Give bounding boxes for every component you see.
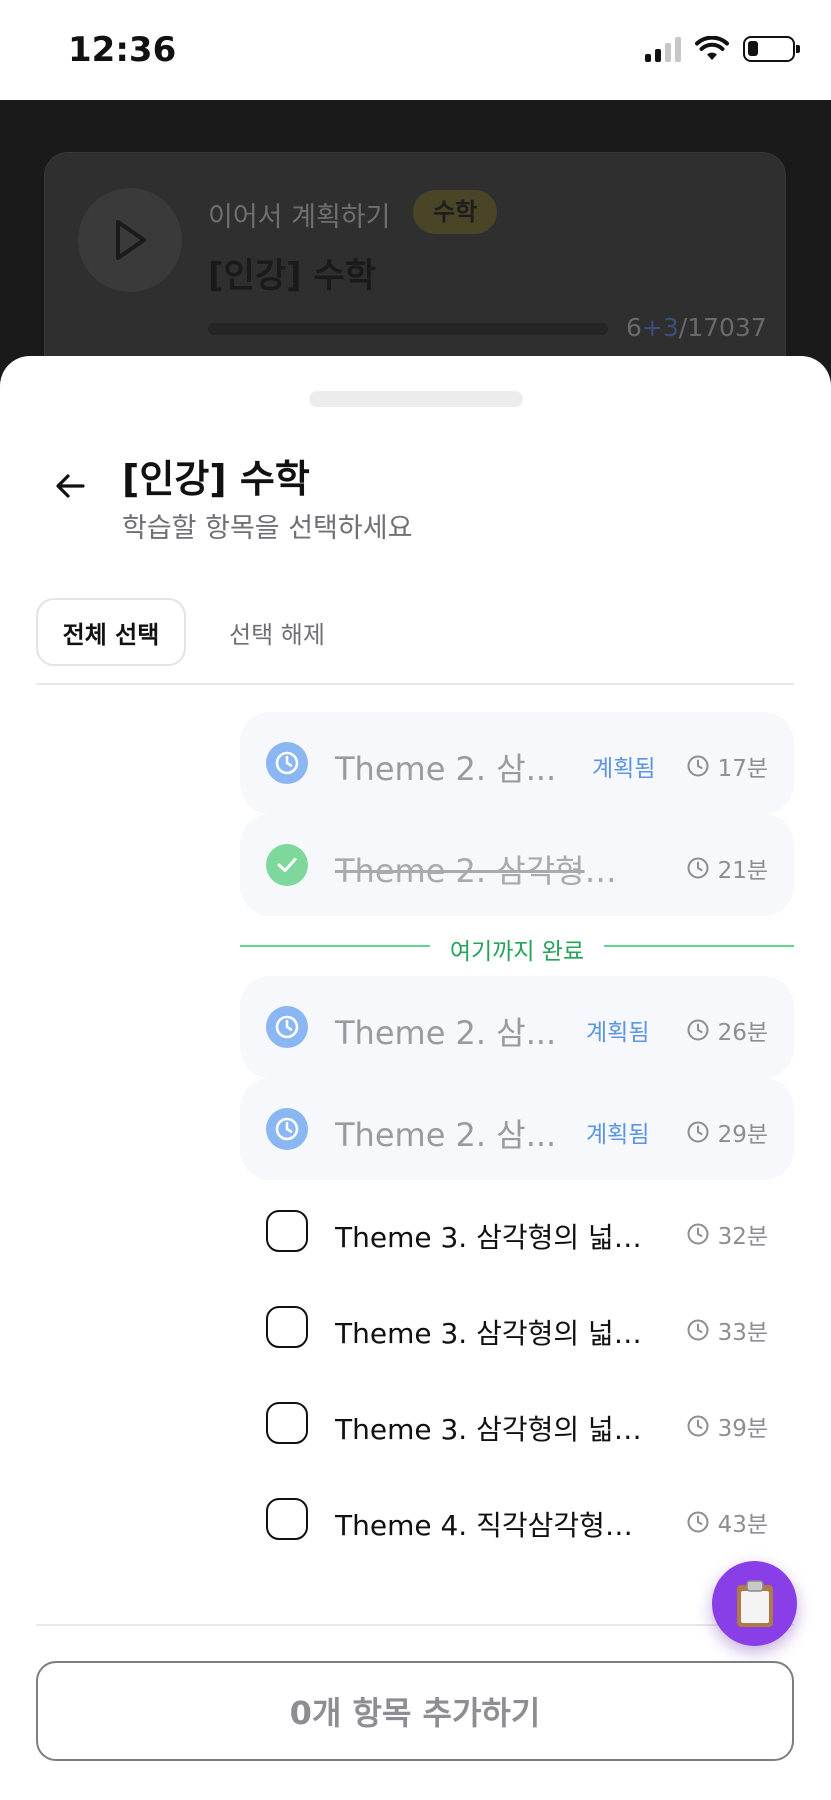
- separator-line: [604, 945, 794, 947]
- item-label: Theme 2. 삼...: [335, 1014, 557, 1052]
- select-all-button[interactable]: 전체 선택: [36, 598, 186, 666]
- item-label: Theme 2. 삼...: [335, 1116, 557, 1154]
- checkbox[interactable]: [266, 1402, 308, 1444]
- list-item[interactable]: Theme 3. 삼각형의 넓이... 39분: [240, 1372, 794, 1468]
- back-button[interactable]: [50, 466, 90, 506]
- clock-icon: [687, 1319, 709, 1341]
- completed-check-icon: [266, 844, 308, 886]
- item-label: Theme 3. 삼각형의 넓이...: [335, 1317, 653, 1350]
- sheet-drag-handle[interactable]: [309, 391, 523, 407]
- completed-separator: 여기까지 완료: [240, 916, 794, 976]
- duration: 32분: [686, 1217, 768, 1251]
- deselect-all-button[interactable]: 선택 해제: [222, 598, 332, 666]
- continue-planning-label: 이어서 계획하기: [208, 202, 391, 233]
- clipboard-fab-button[interactable]: [712, 1561, 797, 1646]
- planned-clock-icon: [266, 1006, 308, 1048]
- checkbox[interactable]: [266, 1498, 308, 1540]
- planned-badge: 계획됨: [586, 1122, 650, 1148]
- duration: 26분: [686, 1013, 768, 1047]
- play-icon: [78, 188, 182, 292]
- clock-icon: [687, 1121, 709, 1143]
- planned-clock-icon: [266, 1108, 308, 1150]
- duration: 33분: [686, 1313, 768, 1347]
- duration: 17분: [686, 749, 768, 783]
- progress-count: 6+3/17037: [626, 313, 767, 342]
- item-label: Theme 2. 삼각형의 ...: [335, 852, 635, 890]
- wifi-icon: [695, 36, 729, 60]
- subject-tag: 수학: [413, 190, 498, 234]
- card-title: [인강] 수학: [208, 256, 377, 296]
- divider: [36, 683, 794, 685]
- duration: 43분: [686, 1505, 768, 1539]
- item-label: Theme 3. 삼각형의 넓이...: [335, 1221, 653, 1254]
- sheet-subtitle: 학습할 항목을 선택하세요: [122, 513, 413, 544]
- cellular-signal-icon: [645, 36, 681, 62]
- item-label: Theme 4. 직각삼각형과 ...: [335, 1509, 653, 1542]
- divider: [36, 1624, 794, 1626]
- progress-bar: [208, 323, 608, 335]
- status-time: 12:36: [68, 30, 177, 70]
- duration: 21분: [686, 851, 768, 885]
- list-item[interactable]: Theme 2. 삼각형의 ... 21분: [240, 814, 794, 916]
- list-item[interactable]: Theme 3. 삼각형의 넓이... 33분: [240, 1276, 794, 1372]
- status-icons: [645, 36, 800, 62]
- bottom-sheet: [인강] 수학 학습할 항목을 선택하세요 전체 선택 선택 해제 Theme …: [0, 356, 831, 1800]
- item-label: Theme 2. 삼...: [335, 750, 557, 788]
- clock-icon: [687, 857, 709, 879]
- battery-icon: [743, 36, 800, 62]
- list-item[interactable]: Theme 3. 삼각형의 넓이... 32분: [240, 1180, 794, 1276]
- sheet-title: [인강] 수학: [122, 457, 310, 501]
- planned-badge: 계획됨: [592, 756, 656, 782]
- list-item[interactable]: Theme 2. 삼... 계획됨 26분: [240, 976, 794, 1078]
- list-item[interactable]: Theme 4. 직각삼각형과 ... 43분: [240, 1468, 794, 1564]
- duration: 29분: [686, 1115, 768, 1149]
- checkbox[interactable]: [266, 1210, 308, 1252]
- planned-clock-icon: [266, 742, 308, 784]
- completed-separator-label: 여기까지 완료: [449, 939, 585, 965]
- clock-icon: [687, 1223, 709, 1245]
- checkbox[interactable]: [266, 1306, 308, 1348]
- clock-icon: [687, 755, 709, 777]
- item-label: Theme 3. 삼각형의 넓이...: [335, 1413, 653, 1446]
- list-item[interactable]: Theme 2. 삼... 계획됨 17분: [240, 712, 794, 814]
- arrow-left-icon: [56, 474, 85, 498]
- list-item[interactable]: Theme 2. 삼... 계획됨 29분: [240, 1078, 794, 1180]
- clock-icon: [687, 1019, 709, 1041]
- lecture-item-list[interactable]: Theme 2. 삼... 계획됨 17분 Theme 2. 삼각형의 ... …: [240, 712, 794, 1564]
- duration: 39분: [686, 1409, 768, 1443]
- clock-icon: [687, 1511, 709, 1533]
- status-bar: 12:36: [0, 0, 831, 100]
- clock-icon: [687, 1415, 709, 1437]
- clipboard-icon: [736, 1579, 773, 1627]
- planned-badge: 계획됨: [586, 1020, 650, 1046]
- add-items-button[interactable]: 0개 항목 추가하기: [36, 1661, 794, 1761]
